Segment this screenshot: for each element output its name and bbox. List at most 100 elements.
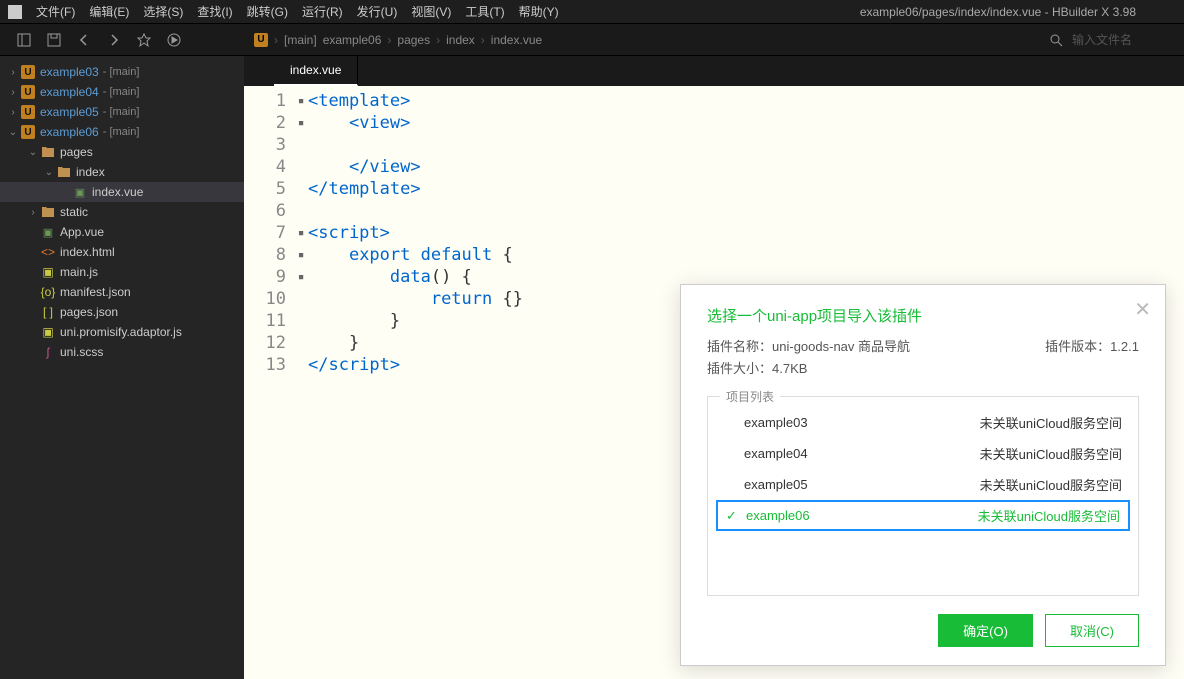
breadcrumb-item[interactable]: pages — [397, 33, 430, 47]
menu-help[interactable]: 帮助(Y) — [513, 1, 565, 22]
folder-label: index — [76, 165, 105, 179]
breadcrumb-item[interactable]: index — [446, 33, 475, 47]
file-label: uni.promisify.adaptor.js — [60, 325, 182, 339]
project-name: example03 — [724, 415, 808, 430]
html-file-icon: <> — [40, 245, 56, 259]
vue-file-icon: ▣ — [40, 226, 56, 239]
plugin-size-label: 插件大小： — [707, 361, 772, 376]
project-name: example04 — [724, 446, 808, 461]
menu-goto[interactable]: 跳转(G) — [241, 1, 294, 22]
chevron-right-icon: › — [6, 87, 20, 98]
menu-file[interactable]: 文件(F) — [30, 1, 81, 22]
breadcrumb: U › [main] example06 › pages › index › i… — [244, 33, 542, 47]
project-status: 未关联uniCloud服务空间 — [980, 475, 1122, 494]
project-status: 未关联uniCloud服务空间 — [978, 506, 1120, 525]
file-uni-scss[interactable]: ʃ uni.scss — [0, 342, 244, 362]
panel-icon[interactable] — [16, 32, 32, 48]
sidebar-item-example05[interactable]: › U example05 - [main] — [0, 102, 244, 122]
folder-icon — [40, 146, 56, 158]
project-badge-icon: U — [21, 105, 35, 119]
project-option-example03[interactable]: example03 未关联uniCloud服务空间 — [708, 407, 1138, 438]
chevron-right-icon: › — [6, 67, 20, 78]
branch-label: - [main] — [103, 66, 140, 78]
back-icon[interactable] — [76, 32, 92, 48]
tab-label: index.vue — [290, 63, 341, 77]
forward-icon[interactable] — [106, 32, 122, 48]
file-manifest-json[interactable]: {o} manifest.json — [0, 282, 244, 302]
file-app-vue[interactable]: ▣ App.vue — [0, 222, 244, 242]
project-badge-icon: U — [254, 33, 268, 47]
folder-static[interactable]: › static — [0, 202, 244, 222]
project-option-example04[interactable]: example04 未关联uniCloud服务空间 — [708, 438, 1138, 469]
project-label: example04 — [40, 85, 99, 99]
project-option-example05[interactable]: example05 未关联uniCloud服务空间 — [708, 469, 1138, 500]
menu-find[interactable]: 查找(I) — [191, 1, 238, 22]
search-input[interactable] — [1072, 33, 1172, 47]
play-icon[interactable] — [166, 32, 182, 48]
branch-label: - [main] — [103, 126, 140, 138]
folder-icon — [40, 206, 56, 218]
menu-select[interactable]: 选择(S) — [137, 1, 189, 22]
file-main-js[interactable]: ▣ main.js — [0, 262, 244, 282]
folder-label: pages — [60, 145, 93, 159]
folder-pages[interactable]: ⌄ pages — [0, 142, 244, 162]
project-badge-icon: U — [21, 85, 35, 99]
file-index-vue[interactable]: ▣ index.vue — [0, 182, 244, 202]
app-logo-icon — [8, 5, 22, 19]
file-uni-promisify[interactable]: ▣ uni.promisify.adaptor.js — [0, 322, 244, 342]
dialog-title: 选择一个uni-app项目导入该插件 — [707, 305, 1139, 326]
tab-index-vue[interactable]: index.vue — [274, 56, 358, 86]
project-list: 项目列表 example03 未关联uniCloud服务空间 example04… — [707, 396, 1139, 596]
breadcrumb-item[interactable]: example06 — [323, 33, 382, 47]
project-name: example06 — [746, 508, 810, 523]
scss-file-icon: ʃ — [40, 345, 56, 359]
chevron-down-icon: ⌄ — [42, 167, 56, 178]
menu-run[interactable]: 运行(R) — [296, 1, 349, 22]
menu-tools[interactable]: 工具(T) — [459, 1, 510, 22]
sidebar: › U example03 - [main] › U example04 - [… — [0, 56, 244, 679]
project-label: example03 — [40, 65, 99, 79]
file-pages-json[interactable]: [ ] pages.json — [0, 302, 244, 322]
project-label: example05 — [40, 105, 99, 119]
folder-icon — [56, 166, 72, 178]
chevron-right-icon: › — [26, 207, 40, 218]
import-plugin-dialog: ✕ 选择一个uni-app项目导入该插件 插件名称：uni-goods-nav … — [680, 284, 1166, 666]
plugin-version-label: 插件版本： — [1045, 339, 1110, 354]
save-icon[interactable] — [46, 32, 62, 48]
plugin-version-value: 1.2.1 — [1110, 339, 1139, 354]
menu-edit[interactable]: 编辑(E) — [83, 1, 135, 22]
file-label: App.vue — [60, 225, 104, 239]
project-name: example05 — [724, 477, 808, 492]
project-status: 未关联uniCloud服务空间 — [980, 444, 1122, 463]
cancel-button[interactable]: 取消(C) — [1045, 614, 1139, 647]
folder-index[interactable]: ⌄ index — [0, 162, 244, 182]
project-option-example06[interactable]: ✓example06 未关联uniCloud服务空间 — [716, 500, 1130, 531]
breadcrumb-item[interactable]: [main] — [284, 33, 317, 47]
sidebar-item-example06[interactable]: ⌄ U example06 - [main] — [0, 122, 244, 142]
vue-file-icon: ▣ — [72, 186, 88, 199]
project-status: 未关联uniCloud服务空间 — [980, 413, 1122, 432]
window-title: example06/pages/index/index.vue - HBuild… — [567, 5, 1176, 19]
menu-view[interactable]: 视图(V) — [405, 1, 457, 22]
project-badge-icon: U — [21, 65, 35, 79]
toolbar: U › [main] example06 › pages › index › i… — [0, 24, 1184, 56]
star-icon[interactable] — [136, 32, 152, 48]
sidebar-item-example03[interactable]: › U example03 - [main] — [0, 62, 244, 82]
breadcrumb-item[interactable]: index.vue — [491, 33, 542, 47]
menu-publish[interactable]: 发行(U) — [351, 1, 404, 22]
search-icon[interactable] — [1048, 32, 1064, 48]
file-label: pages.json — [60, 305, 118, 319]
plugin-size-value: 4.7KB — [772, 361, 807, 376]
branch-label: - [main] — [103, 86, 140, 98]
tabs: index.vue — [244, 56, 1184, 86]
folder-label: static — [60, 205, 88, 219]
list-legend: 项目列表 — [720, 388, 780, 405]
close-icon[interactable]: ✕ — [1134, 297, 1151, 322]
file-index-html[interactable]: <> index.html — [0, 242, 244, 262]
ok-button[interactable]: 确定(O) — [938, 614, 1033, 647]
project-label: example06 — [40, 125, 99, 139]
chevron-down-icon: ⌄ — [6, 127, 20, 138]
fold-column: ▪▪▪▪▪ — [294, 86, 308, 679]
sidebar-item-example04[interactable]: › U example04 - [main] — [0, 82, 244, 102]
line-gutter: 12345678910111213 — [244, 86, 294, 679]
